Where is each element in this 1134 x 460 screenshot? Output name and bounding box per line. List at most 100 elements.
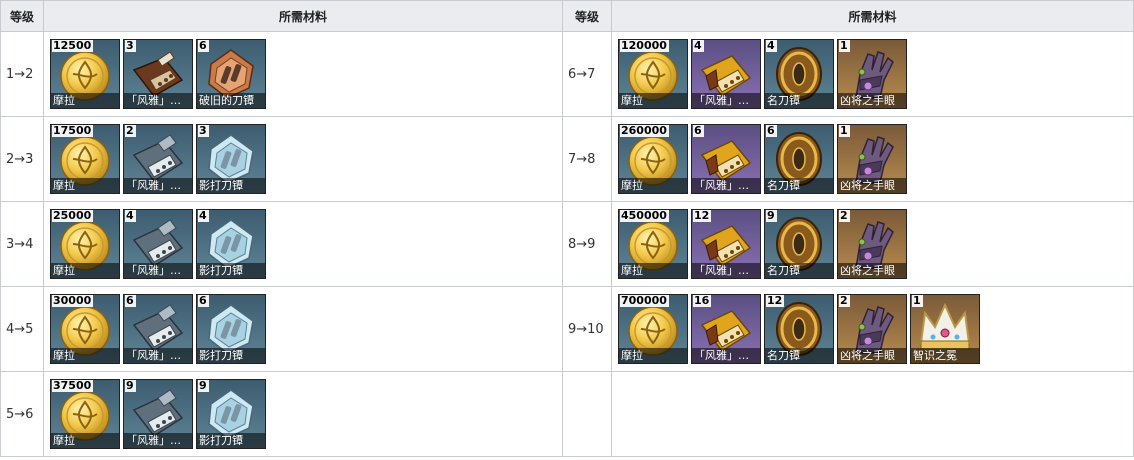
materials-cell: 260000 摩拉 6 「风雅」… 6 名刀镡 1 凶将之手眼 <box>611 116 1134 202</box>
material-item[interactable]: 6 影打刀镡 <box>196 294 266 364</box>
level-range-cell: 3→4 <box>0 201 44 287</box>
material-item[interactable]: 16 「风雅」… <box>691 294 761 364</box>
material-count: 6 <box>766 124 777 137</box>
material-name: 「风雅」… <box>124 93 192 108</box>
talent-material-table: 等级 所需材料 等级 所需材料 1→2 12500 摩拉 3 「风雅」… 6 破旧的刀… <box>0 0 1134 457</box>
material-item[interactable]: 1 智识之冕 <box>910 294 980 364</box>
material-name: 摩拉 <box>619 93 687 108</box>
material-item[interactable]: 4 「风雅」… <box>123 209 193 279</box>
material-item[interactable]: 9 名刀镡 <box>764 209 834 279</box>
material-count: 450000 <box>620 209 669 222</box>
material-item[interactable]: 12 「风雅」… <box>691 209 761 279</box>
material-count: 12500 <box>52 39 94 52</box>
material-name: 摩拉 <box>51 93 119 108</box>
material-name: 影打刀镡 <box>197 433 265 448</box>
material-name: 摩拉 <box>619 263 687 278</box>
material-count: 6 <box>125 294 136 307</box>
material-name: 影打刀镡 <box>197 348 265 363</box>
material-item[interactable]: 2 「风雅」… <box>123 124 193 194</box>
material-name: 「风雅」… <box>692 263 760 278</box>
level-range-cell: 9→10 <box>562 286 612 372</box>
material-item[interactable]: 17500 摩拉 <box>50 124 120 194</box>
material-name: 凶将之手眼 <box>838 263 906 278</box>
material-item[interactable]: 4 「风雅」… <box>691 39 761 109</box>
material-name: 名刀镡 <box>765 178 833 193</box>
level-range-cell: 1→2 <box>0 31 44 117</box>
material-name: 影打刀镡 <box>197 178 265 193</box>
material-list: 700000 摩拉 16 「风雅」… 12 名刀镡 2 凶将之手眼 1 智识之冕 <box>612 294 1133 364</box>
material-name: 「风雅」… <box>124 263 192 278</box>
material-item[interactable]: 6 破旧的刀镡 <box>196 39 266 109</box>
header-materials-left: 所需材料 <box>43 0 563 32</box>
table-row: 1→2 12500 摩拉 3 「风雅」… 6 破旧的刀镡 6→7 120000 … <box>0 31 1134 117</box>
header-level-right: 等级 <box>562 0 612 32</box>
materials-cell: 120000 摩拉 4 「风雅」… 4 名刀镡 1 凶将之手眼 <box>611 31 1134 117</box>
material-list: 37500 摩拉 9 「风雅」… 9 影打刀镡 <box>44 379 562 449</box>
table-row: 4→5 30000 摩拉 6 「风雅」… 6 影打刀镡 9→10 700000 … <box>0 286 1134 372</box>
empty-cell <box>562 371 612 457</box>
material-item[interactable]: 25000 摩拉 <box>50 209 120 279</box>
material-name: 智识之冕 <box>911 348 979 363</box>
material-count: 2 <box>125 124 136 137</box>
material-count: 1 <box>912 294 923 307</box>
material-count: 30000 <box>52 294 94 307</box>
material-count: 37500 <box>52 379 94 392</box>
material-name: 凶将之手眼 <box>838 348 906 363</box>
material-item[interactable]: 4 影打刀镡 <box>196 209 266 279</box>
material-count: 17500 <box>52 124 94 137</box>
material-name: 摩拉 <box>619 178 687 193</box>
material-name: 摩拉 <box>51 433 119 448</box>
material-item[interactable]: 6 名刀镡 <box>764 124 834 194</box>
materials-cell: 17500 摩拉 2 「风雅」… 3 影打刀镡 <box>43 116 563 202</box>
material-name: 「风雅」… <box>692 178 760 193</box>
material-item[interactable]: 12 名刀镡 <box>764 294 834 364</box>
level-range-cell: 4→5 <box>0 286 44 372</box>
material-item[interactable]: 3 影打刀镡 <box>196 124 266 194</box>
material-name: 摩拉 <box>619 348 687 363</box>
material-item[interactable]: 30000 摩拉 <box>50 294 120 364</box>
material-list: 30000 摩拉 6 「风雅」… 6 影打刀镡 <box>44 294 562 364</box>
material-item[interactable]: 260000 摩拉 <box>618 124 688 194</box>
material-item[interactable]: 4 名刀镡 <box>764 39 834 109</box>
materials-cell: 700000 摩拉 16 「风雅」… 12 名刀镡 2 凶将之手眼 1 智识之冕 <box>611 286 1134 372</box>
empty-cell <box>611 371 1134 457</box>
table-body: 1→2 12500 摩拉 3 「风雅」… 6 破旧的刀镡 6→7 120000 … <box>0 31 1134 457</box>
material-count: 1 <box>839 124 850 137</box>
material-name: 破旧的刀镡 <box>197 93 265 108</box>
material-count: 3 <box>125 39 136 52</box>
material-item[interactable]: 1 凶将之手眼 <box>837 39 907 109</box>
material-count: 4 <box>198 209 209 222</box>
material-list: 12500 摩拉 3 「风雅」… 6 破旧的刀镡 <box>44 39 562 109</box>
material-item[interactable]: 9 「风雅」… <box>123 379 193 449</box>
material-count: 9 <box>766 209 777 222</box>
material-item[interactable]: 6 「风雅」… <box>691 124 761 194</box>
material-name: 摩拉 <box>51 263 119 278</box>
table-row: 2→3 17500 摩拉 2 「风雅」… 3 影打刀镡 7→8 260000 摩… <box>0 116 1134 202</box>
material-item[interactable]: 6 「风雅」… <box>123 294 193 364</box>
material-count: 2 <box>839 209 850 222</box>
material-count: 2 <box>839 294 850 307</box>
materials-cell: 30000 摩拉 6 「风雅」… 6 影打刀镡 <box>43 286 563 372</box>
material-list: 120000 摩拉 4 「风雅」… 4 名刀镡 1 凶将之手眼 <box>612 39 1133 109</box>
material-item[interactable]: 37500 摩拉 <box>50 379 120 449</box>
material-count: 4 <box>693 39 704 52</box>
material-item[interactable]: 450000 摩拉 <box>618 209 688 279</box>
level-range-cell: 8→9 <box>562 201 612 287</box>
material-item[interactable]: 700000 摩拉 <box>618 294 688 364</box>
material-item[interactable]: 2 凶将之手眼 <box>837 294 907 364</box>
level-range-cell: 5→6 <box>0 371 44 457</box>
material-item[interactable]: 2 凶将之手眼 <box>837 209 907 279</box>
material-list: 260000 摩拉 6 「风雅」… 6 名刀镡 1 凶将之手眼 <box>612 124 1133 194</box>
material-item[interactable]: 9 影打刀镡 <box>196 379 266 449</box>
material-count: 16 <box>693 294 712 307</box>
materials-cell: 450000 摩拉 12 「风雅」… 9 名刀镡 2 凶将之手眼 <box>611 201 1134 287</box>
material-name: 「风雅」… <box>692 348 760 363</box>
material-item[interactable]: 3 「风雅」… <box>123 39 193 109</box>
material-count: 260000 <box>620 124 669 137</box>
material-item[interactable]: 12500 摩拉 <box>50 39 120 109</box>
material-item[interactable]: 1 凶将之手眼 <box>837 124 907 194</box>
table-row: 5→6 37500 摩拉 9 「风雅」… 9 影打刀镡 <box>0 371 1134 457</box>
material-item[interactable]: 120000 摩拉 <box>618 39 688 109</box>
material-count: 12 <box>766 294 785 307</box>
level-range-cell: 2→3 <box>0 116 44 202</box>
